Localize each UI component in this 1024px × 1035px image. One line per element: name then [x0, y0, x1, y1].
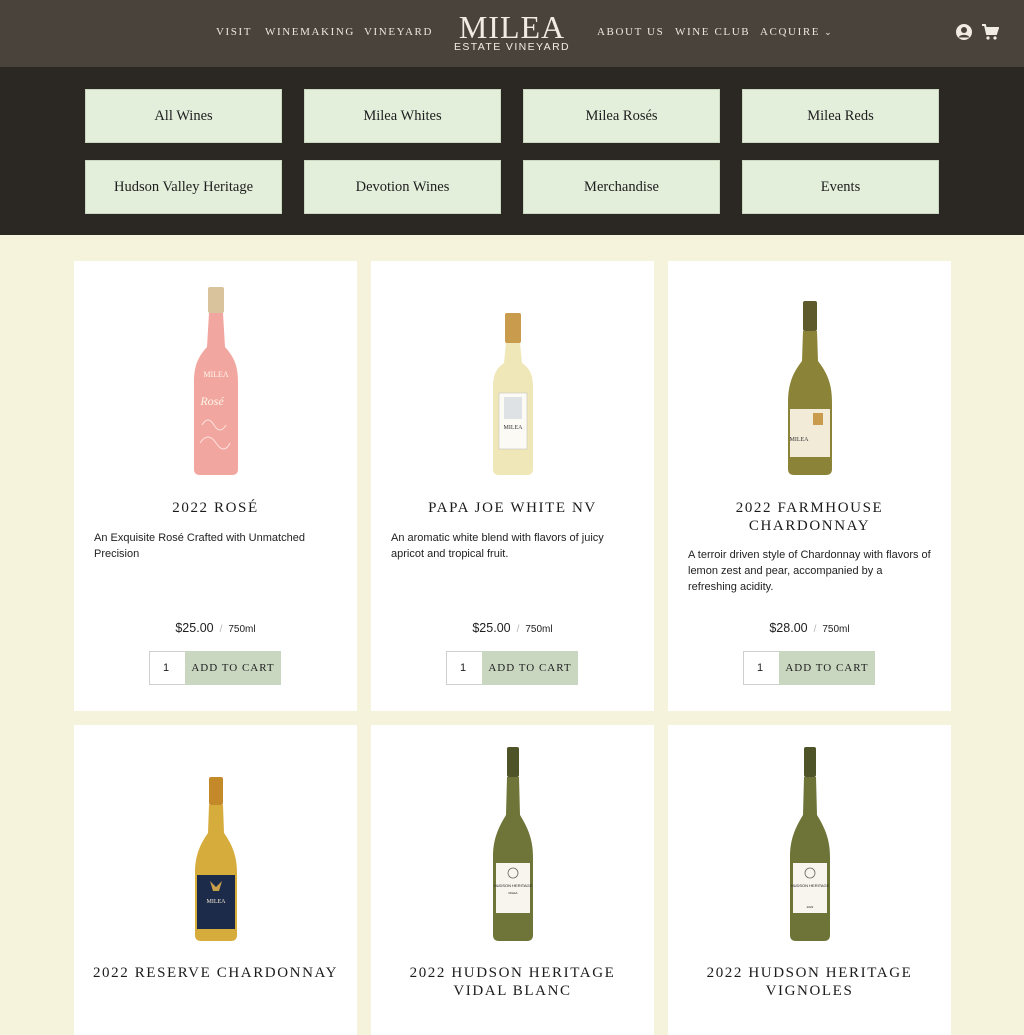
- logo-tagline: ESTATE VINEYARD: [453, 41, 571, 53]
- price-separator: /: [813, 624, 817, 635]
- bottle-label-text: MILEA: [206, 899, 226, 905]
- product-card: MILEA 2022 RESERVE CHARDONNAY: [74, 725, 357, 1035]
- add-to-cart-button[interactable]: ADD TO CART: [779, 651, 875, 685]
- add-to-cart-button[interactable]: ADD TO CART: [185, 651, 281, 685]
- quantity-input[interactable]: [149, 651, 186, 685]
- product-card: MILEA Rosé 2022 ROSÉ An Exquisite Rosé C…: [74, 261, 357, 711]
- wine-bottle-image[interactable]: HUDSON HERITAGE MILEA: [490, 745, 536, 943]
- account-icon[interactable]: [955, 23, 973, 41]
- quantity-input[interactable]: [743, 651, 780, 685]
- bottle-label-text: MILEA: [503, 425, 523, 431]
- bottle-label-script: Rosé: [199, 394, 224, 408]
- product-card: MILEA PAPA JOE WHITE NV An aromatic whit…: [371, 261, 654, 711]
- price-separator: /: [219, 624, 223, 635]
- category-milea-whites[interactable]: Milea Whites: [304, 89, 501, 143]
- product-name[interactable]: 2022 HUDSON HERITAGE VIGNOLES: [678, 964, 941, 1000]
- product-name[interactable]: 2022 FARMHOUSE CHARDONNAY: [678, 499, 941, 535]
- product-name[interactable]: 2022 RESERVE CHARDONNAY: [84, 964, 347, 982]
- product-card: MILEA 2022 FARMHOUSE CHARDONNAY A terroi…: [668, 261, 951, 711]
- category-milea-roses[interactable]: Milea Rosés: [523, 89, 720, 143]
- nav-visit[interactable]: VISIT: [216, 26, 252, 38]
- product-description: A terroir driven style of Chardonnay wit…: [688, 549, 931, 593]
- product-price-row: $28.00 / 750ml: [668, 621, 951, 635]
- product-price: $25.00: [472, 621, 511, 635]
- product-price-row: $25.00 / 750ml: [74, 621, 357, 635]
- bottle-label-text: MILEA: [789, 437, 809, 443]
- bottle-label-vintage: 2022: [806, 905, 813, 909]
- product-description: An aromatic white blend with flavors of …: [391, 532, 604, 560]
- bottle-label-subtext: MILEA: [508, 891, 517, 895]
- top-navigation-bar: VISIT WINEMAKING VINEYARD MILEA ESTATE V…: [0, 0, 1024, 67]
- product-price: $25.00: [175, 621, 214, 635]
- bottle-label-text: MILEA: [203, 370, 229, 379]
- category-filter-bar: All Wines Milea Whites Milea Rosés Milea…: [0, 67, 1024, 235]
- category-devotion-wines[interactable]: Devotion Wines: [304, 160, 501, 214]
- product-card: HUDSON HERITAGE 2022 2022 HUDSON HERITAG…: [668, 725, 951, 1035]
- nav-vineyard[interactable]: VINEYARD: [364, 26, 433, 38]
- product-description: An Exquisite Rosé Crafted with Unmatched…: [94, 532, 305, 560]
- add-to-cart-button[interactable]: ADD TO CART: [482, 651, 578, 685]
- product-volume: 750ml: [228, 624, 256, 635]
- category-merchandise[interactable]: Merchandise: [523, 160, 720, 214]
- chevron-down-icon: ⌄: [824, 27, 834, 37]
- nav-wine-club[interactable]: WINE CLUB: [675, 26, 750, 38]
- nav-acquire-label: ACQUIRE: [760, 26, 821, 38]
- category-milea-reds[interactable]: Milea Reds: [742, 89, 939, 143]
- category-hudson-valley-heritage[interactable]: Hudson Valley Heritage: [85, 160, 282, 214]
- wine-bottle-image[interactable]: MILEA Rosé: [190, 285, 242, 477]
- product-price: $28.00: [769, 621, 808, 635]
- cart-icon[interactable]: [981, 23, 999, 41]
- nav-about-us[interactable]: ABOUT US: [597, 26, 664, 38]
- category-all-wines[interactable]: All Wines: [85, 89, 282, 143]
- wine-bottle-image[interactable]: HUDSON HERITAGE 2022: [787, 745, 833, 943]
- price-separator: /: [516, 624, 520, 635]
- product-name[interactable]: 2022 HUDSON HERITAGE VIDAL BLANC: [381, 964, 644, 1000]
- nav-winemaking[interactable]: WINEMAKING: [265, 26, 355, 38]
- product-name[interactable]: PAPA JOE WHITE NV: [381, 499, 644, 517]
- wine-bottle-image[interactable]: MILEA: [785, 299, 835, 477]
- wine-bottle-image[interactable]: MILEA: [491, 311, 535, 477]
- site-logo[interactable]: MILEA ESTATE VINEYARD: [450, 9, 574, 53]
- bottle-label-text: HUDSON HERITAGE: [493, 883, 532, 888]
- product-card: HUDSON HERITAGE MILEA 2022 HUDSON HERITA…: [371, 725, 654, 1035]
- quantity-input[interactable]: [446, 651, 483, 685]
- wine-bottle-image[interactable]: MILEA: [192, 775, 240, 943]
- product-volume: 750ml: [822, 624, 850, 635]
- product-name[interactable]: 2022 ROSÉ: [84, 499, 347, 517]
- product-price-row: $25.00 / 750ml: [371, 621, 654, 635]
- bottle-label-text: HUDSON HERITAGE: [790, 883, 829, 888]
- nav-acquire[interactable]: ACQUIRE ⌄: [760, 26, 833, 38]
- category-events[interactable]: Events: [742, 160, 939, 214]
- logo-wordmark: MILEA: [458, 9, 566, 45]
- product-volume: 750ml: [525, 624, 553, 635]
